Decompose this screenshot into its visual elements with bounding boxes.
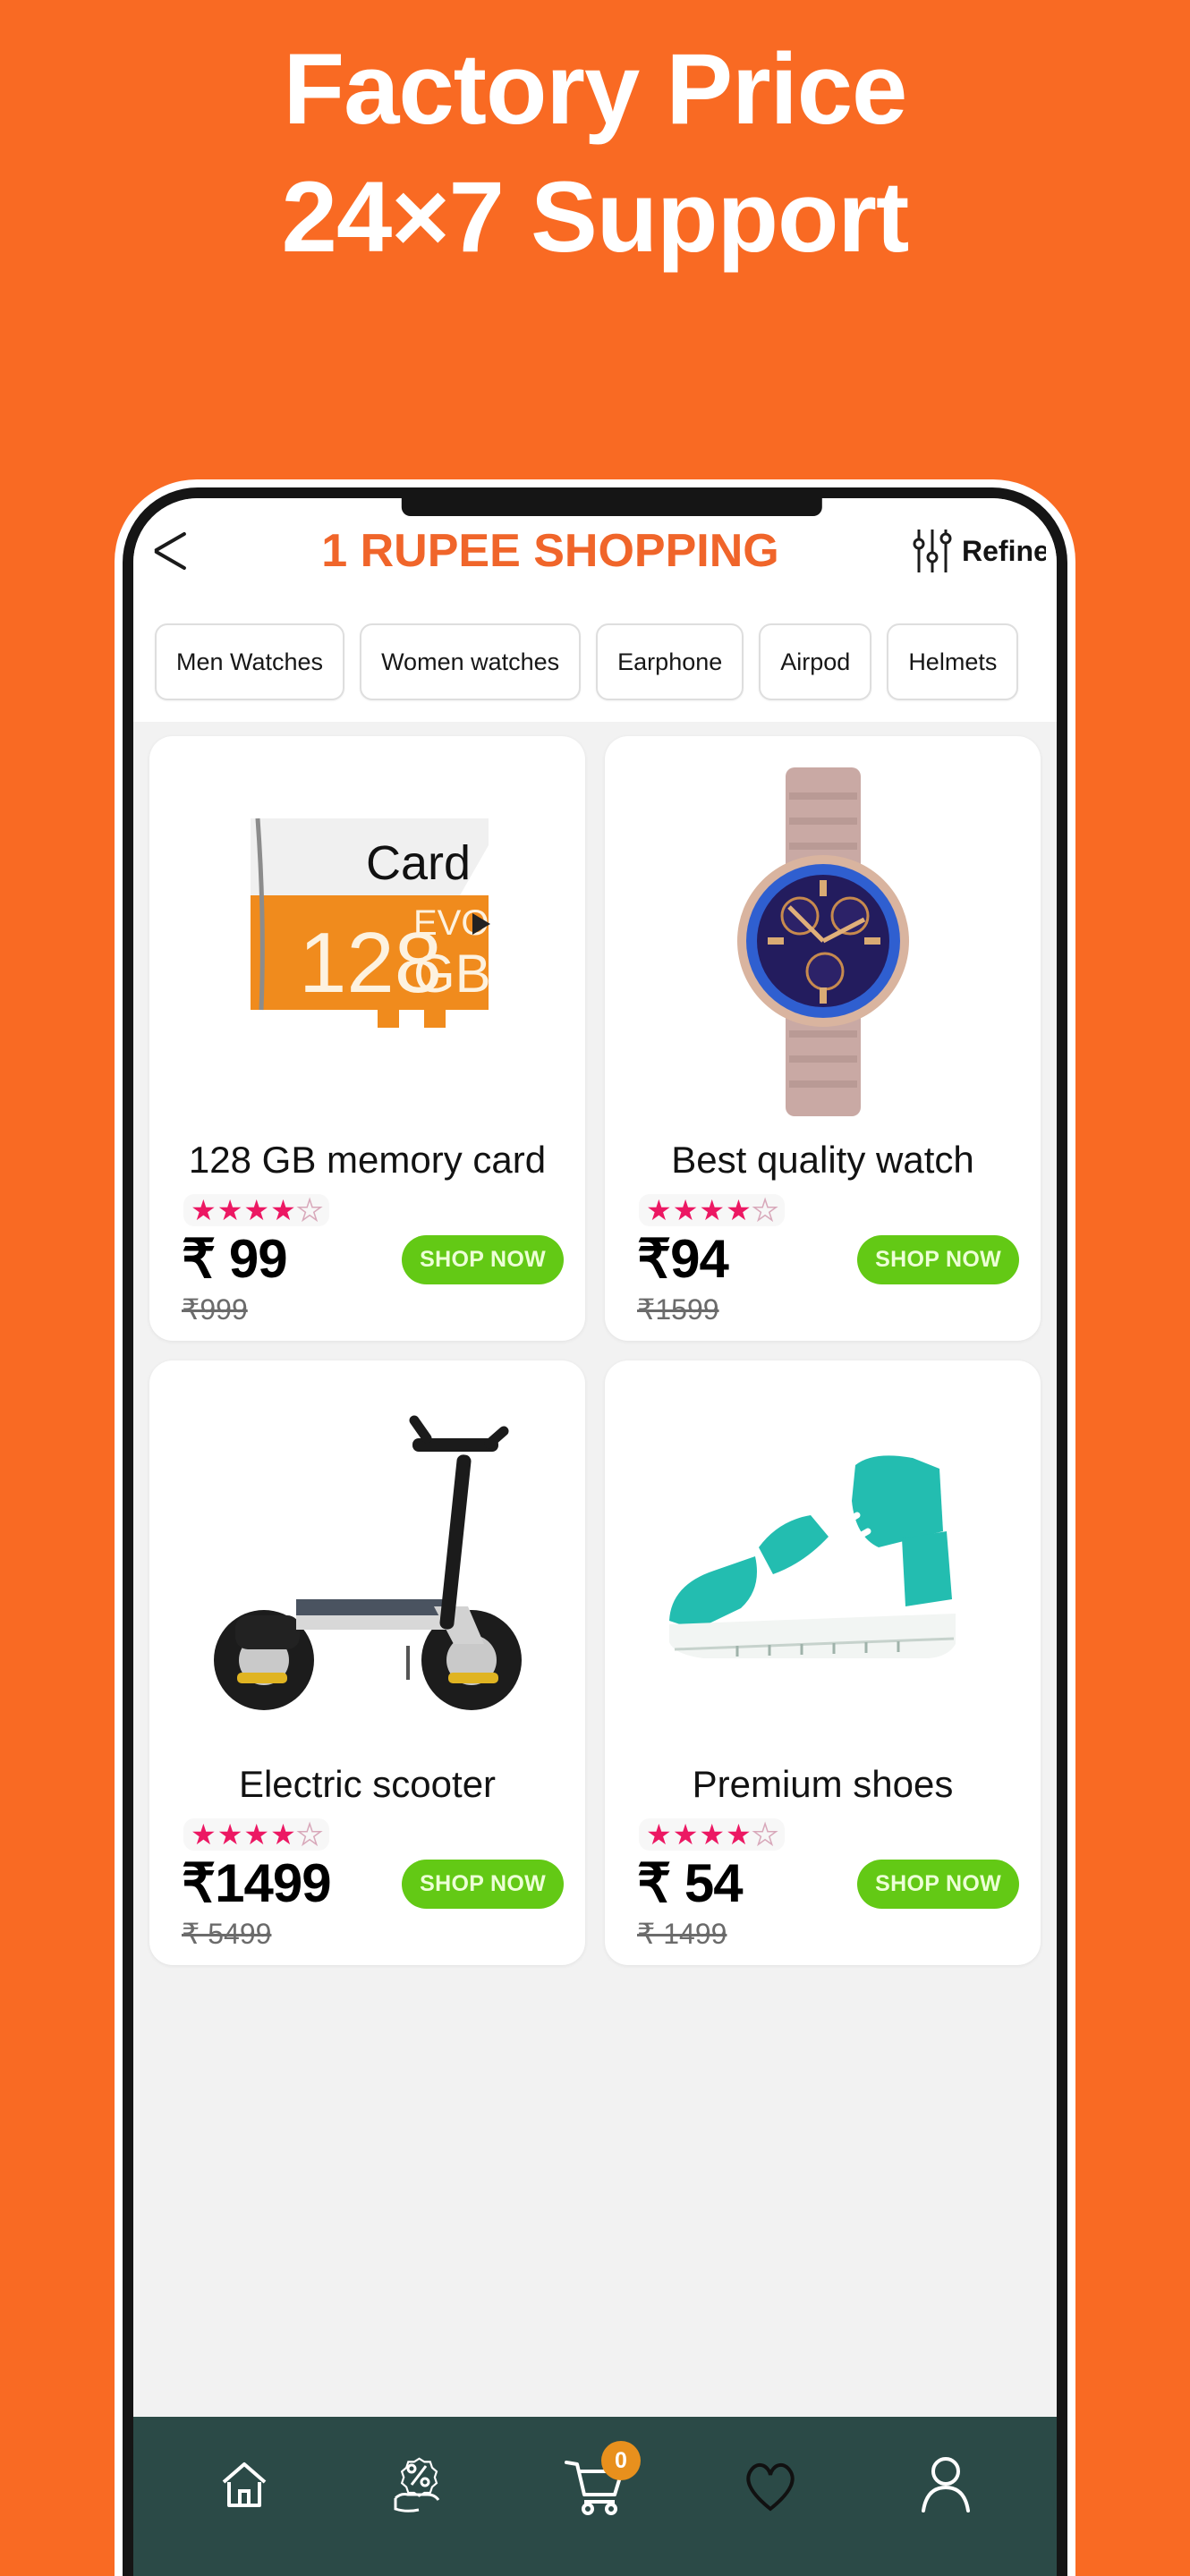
cart-count-badge: 0 bbox=[601, 2441, 641, 2480]
product-card[interactable]: Electric scooter ★ ★ ★ ★ ★ ₹1499 SHOP NO… bbox=[149, 1360, 585, 1965]
star-filled: ★ bbox=[217, 1818, 243, 1851]
phone-bezel: 1 RUPEE SHOPPING Refine Men Watches Wome… bbox=[123, 487, 1067, 2576]
star-filled: ★ bbox=[646, 1194, 672, 1226]
back-arrow-icon[interactable] bbox=[149, 527, 198, 575]
product-price: ₹ 99 bbox=[182, 1229, 288, 1289]
category-chip-helmets[interactable]: Helmets bbox=[887, 623, 1019, 700]
product-card[interactable]: Premium shoes ★ ★ ★ ★ ★ ₹ 54 SHOP NOW ₹ … bbox=[605, 1360, 1041, 1965]
product-price: ₹ 54 bbox=[637, 1853, 744, 1913]
refine-label: Refine bbox=[962, 534, 1046, 567]
home-icon bbox=[222, 2462, 267, 2507]
rating-stars: ★ ★ ★ ★ ★ bbox=[639, 1818, 786, 1851]
app-title: 1 RUPEE SHOPPING bbox=[321, 525, 779, 577]
star-empty: ★ bbox=[752, 1818, 778, 1851]
price-row: ₹ 54 SHOP NOW bbox=[617, 1852, 1028, 1915]
star-filled: ★ bbox=[243, 1194, 270, 1226]
promo-headline-line-1: Factory Price bbox=[283, 33, 908, 145]
star-filled: ★ bbox=[699, 1194, 726, 1226]
phone-notch bbox=[401, 498, 822, 516]
star-empty: ★ bbox=[296, 1818, 323, 1851]
star-filled: ★ bbox=[726, 1818, 752, 1851]
product-old-price: ₹999 bbox=[182, 1293, 248, 1326]
promo-banner: Factory Price 24×7 Support bbox=[0, 0, 1190, 282]
user-profile-icon bbox=[922, 2457, 970, 2512]
category-chip-airpod[interactable]: Airpod bbox=[759, 623, 872, 700]
category-chip-earphone[interactable]: Earphone bbox=[596, 623, 744, 700]
nav-item-offers[interactable] bbox=[379, 2445, 460, 2525]
star-filled: ★ bbox=[191, 1818, 217, 1851]
price-row: ₹1499 SHOP NOW bbox=[162, 1852, 573, 1915]
price-row: ₹94 SHOP NOW bbox=[617, 1228, 1028, 1291]
category-chip-women-watches[interactable]: Women watches bbox=[360, 623, 582, 700]
phone-mockup: 1 RUPEE SHOPPING Refine Men Watches Wome… bbox=[115, 479, 1075, 2576]
star-filled: ★ bbox=[243, 1818, 270, 1851]
shop-now-button[interactable]: SHOP NOW bbox=[857, 1234, 1019, 1284]
memory-card-image: Card 128 GB EVO bbox=[162, 749, 573, 1133]
product-old-price: ₹1599 bbox=[637, 1293, 719, 1326]
svg-text:Card: Card bbox=[365, 836, 470, 890]
product-price: ₹94 bbox=[637, 1229, 729, 1289]
star-filled: ★ bbox=[672, 1194, 699, 1226]
product-price: ₹1499 bbox=[182, 1853, 332, 1913]
product-title: 128 GB memory card bbox=[188, 1139, 547, 1181]
rating-stars: ★ ★ ★ ★ ★ bbox=[183, 1194, 330, 1226]
shop-now-button[interactable]: SHOP NOW bbox=[857, 1859, 1019, 1909]
product-grid-scroll-area[interactable]: Card 128 GB EVO 128 GB memory card ★ ★ ★ bbox=[133, 722, 1057, 2417]
star-empty: ★ bbox=[752, 1194, 778, 1226]
nav-item-wishlist[interactable] bbox=[730, 2445, 811, 2525]
star-filled: ★ bbox=[191, 1194, 217, 1226]
offers-percent-hand-icon bbox=[394, 2457, 440, 2512]
star-filled: ★ bbox=[270, 1818, 296, 1851]
svg-text:GB: GB bbox=[413, 944, 491, 1004]
nav-item-home[interactable] bbox=[204, 2445, 285, 2525]
star-empty: ★ bbox=[296, 1194, 323, 1226]
phone-screen: 1 RUPEE SHOPPING Refine Men Watches Wome… bbox=[133, 498, 1057, 2576]
promo-headline-line-2: 24×7 Support bbox=[281, 161, 910, 274]
sliders-filter-icon bbox=[913, 530, 952, 572]
star-filled: ★ bbox=[217, 1194, 243, 1226]
product-grid: Card 128 GB EVO 128 GB memory card ★ ★ ★ bbox=[149, 736, 1041, 1965]
heart-wishlist-icon bbox=[746, 2462, 795, 2512]
price-row: ₹ 99 SHOP NOW bbox=[162, 1228, 573, 1291]
rating-stars: ★ ★ ★ ★ ★ bbox=[183, 1818, 330, 1851]
nav-item-cart[interactable]: 0 bbox=[555, 2441, 641, 2525]
star-filled: ★ bbox=[270, 1194, 296, 1226]
bottom-navigation-bar: 0 bbox=[133, 2417, 1057, 2576]
product-old-price: ₹ 5499 bbox=[182, 1918, 272, 1950]
electric-scooter-image bbox=[162, 1373, 573, 1758]
star-filled: ★ bbox=[699, 1818, 726, 1851]
category-chip-row[interactable]: Men Watches Women watches Earphone Airpo… bbox=[133, 604, 1057, 722]
wristwatch-image bbox=[617, 749, 1028, 1133]
product-card[interactable]: Best quality watch ★ ★ ★ ★ ★ ₹94 SHOP NO… bbox=[605, 736, 1041, 1341]
shop-now-button[interactable]: SHOP NOW bbox=[402, 1859, 564, 1909]
rating-stars: ★ ★ ★ ★ ★ bbox=[639, 1194, 786, 1226]
nav-item-profile[interactable] bbox=[905, 2445, 986, 2525]
product-card[interactable]: Card 128 GB EVO 128 GB memory card ★ ★ ★ bbox=[149, 736, 585, 1341]
star-filled: ★ bbox=[726, 1194, 752, 1226]
category-chip-men-watches[interactable]: Men Watches bbox=[155, 623, 345, 700]
product-title: Electric scooter bbox=[238, 1763, 497, 1805]
refine-button[interactable]: Refine bbox=[912, 528, 1046, 574]
sneaker-image bbox=[617, 1373, 1028, 1758]
star-filled: ★ bbox=[646, 1818, 672, 1851]
star-filled: ★ bbox=[672, 1818, 699, 1851]
shop-now-button[interactable]: SHOP NOW bbox=[402, 1234, 564, 1284]
product-title: Best quality watch bbox=[671, 1139, 974, 1181]
product-old-price: ₹ 1499 bbox=[637, 1918, 727, 1950]
product-title: Premium shoes bbox=[692, 1763, 954, 1805]
